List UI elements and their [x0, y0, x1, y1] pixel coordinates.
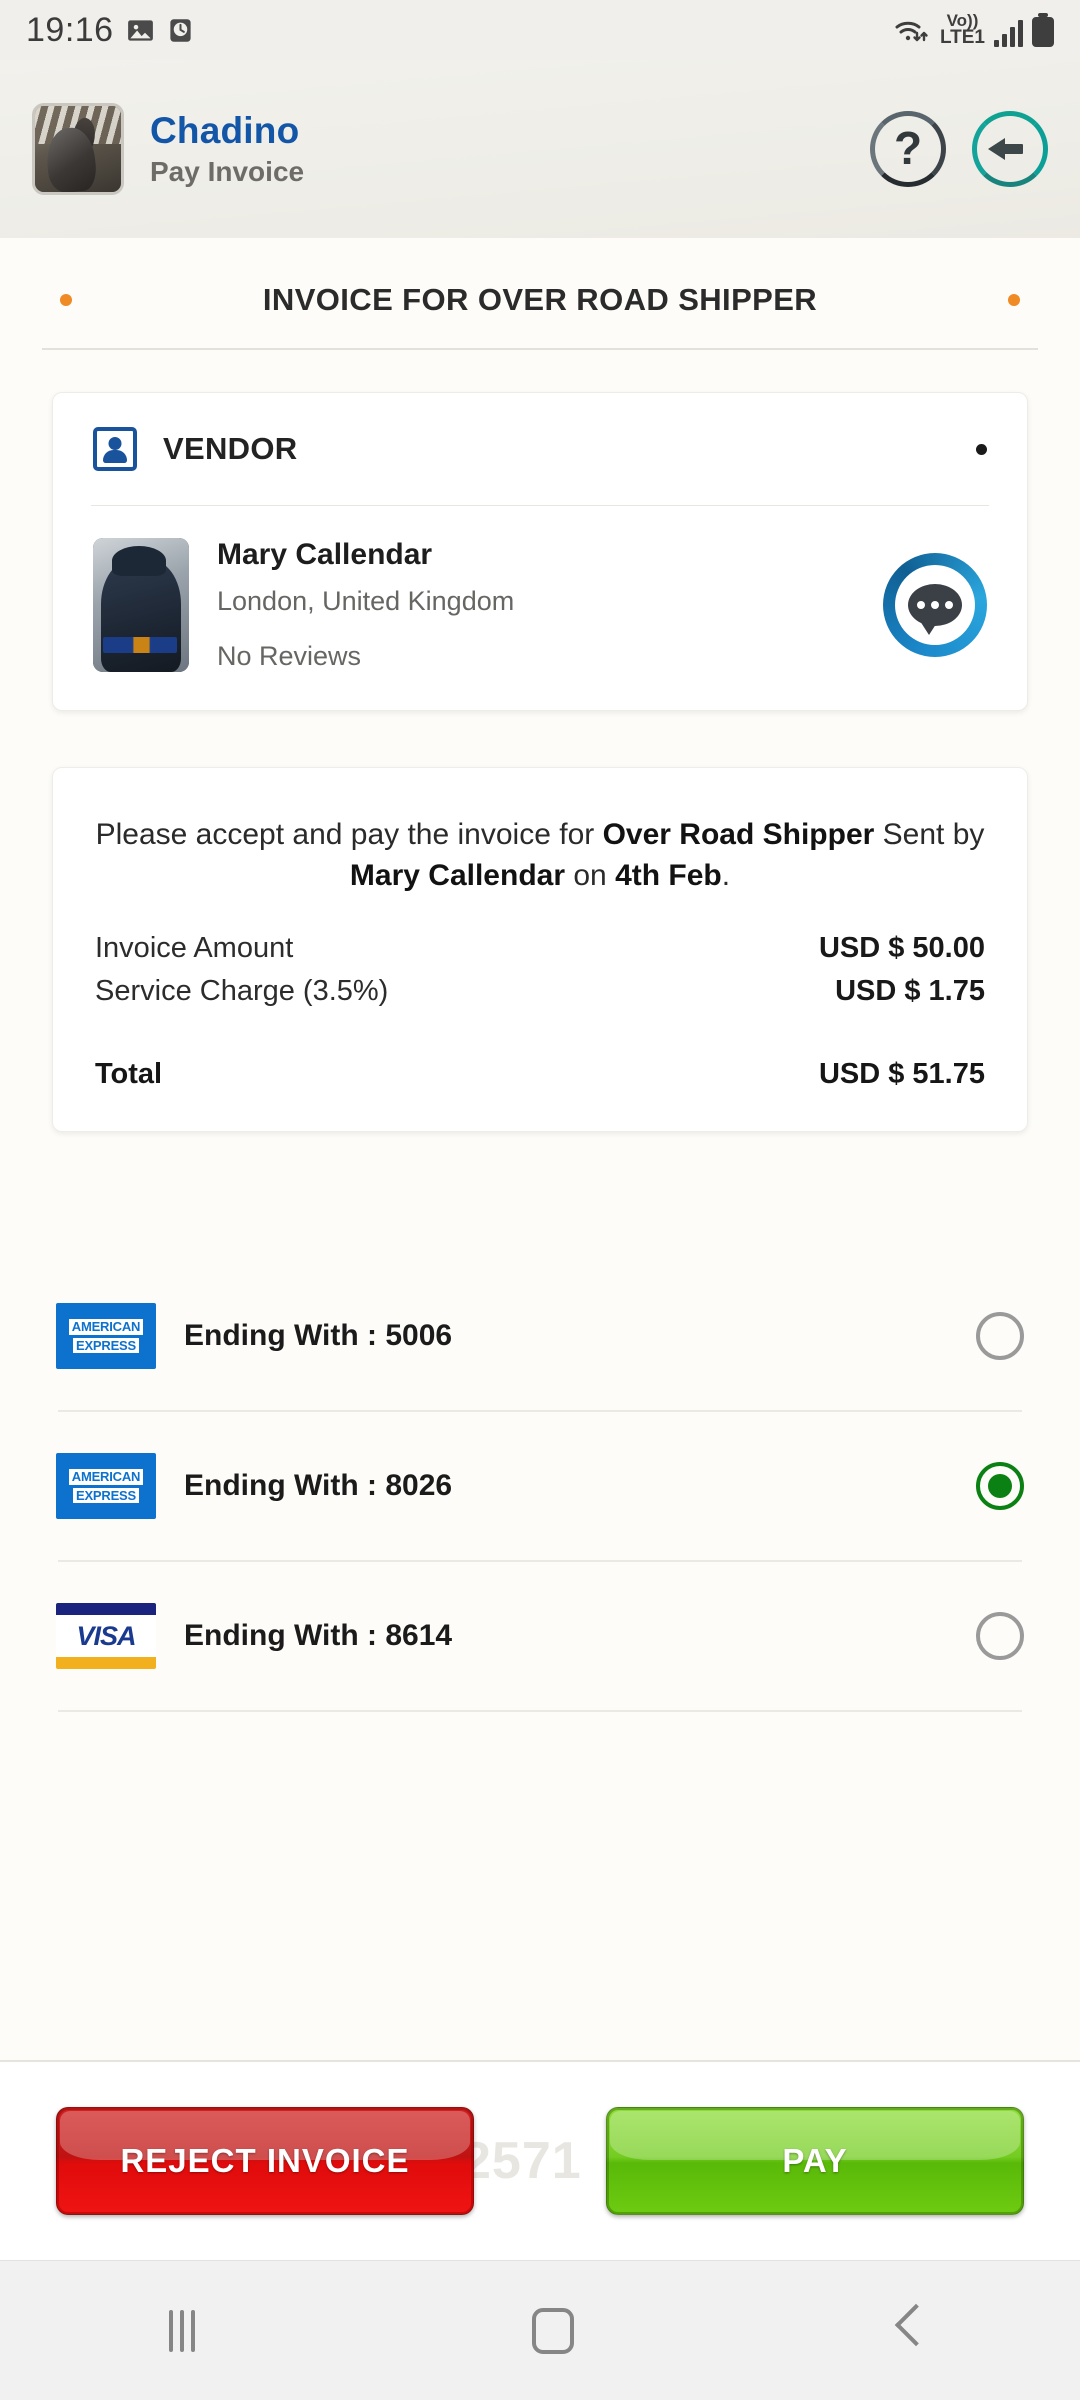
radio-unselected-icon[interactable]: [976, 1612, 1024, 1661]
radio-selected-icon[interactable]: [976, 1462, 1024, 1511]
invoice-amount-row: Invoice Amount USD $ 50.00: [95, 932, 985, 965]
volte-icon: Vo)) LTE1: [939, 12, 985, 49]
invoice-summary-card: Please accept and pay the invoice for Ov…: [52, 767, 1028, 1133]
status-bar-left: 19:16: [26, 11, 194, 50]
invoice-message: Please accept and pay the invoice for Ov…: [95, 814, 985, 896]
page-title: INVOICE FOR OVER ROAD SHIPPER: [262, 282, 818, 317]
header-titles: Chadino Pay Invoice: [150, 110, 304, 188]
menu-dot-icon[interactable]: [976, 443, 987, 455]
pay-button[interactable]: PAY: [606, 2107, 1024, 2215]
back-button[interactable]: [972, 111, 1048, 187]
payment-method-label: Ending With : 5006: [184, 1319, 453, 1353]
wifi-icon: [895, 21, 928, 42]
message-text: Sent by: [874, 818, 985, 851]
amount-label: Service Charge (3.5%): [95, 975, 389, 1008]
amex-line-2: EXPRESS: [72, 1337, 139, 1354]
pay-label: PAY: [782, 2142, 848, 2179]
image-icon: [127, 19, 153, 41]
screen-subtitle: Pay Invoice: [150, 156, 305, 187]
chat-bubble-icon: [908, 584, 962, 635]
chat-button[interactable]: [883, 553, 987, 657]
message-text: Please accept and pay the invoice for: [95, 818, 603, 851]
message-text: .: [721, 859, 731, 893]
reject-invoice-button[interactable]: REJECT INVOICE: [56, 2107, 474, 2215]
vendor-card: VENDOR Mary Callendar London, United Kin…: [52, 392, 1028, 711]
vendor-details-row[interactable]: Mary Callendar London, United Kingdom No…: [53, 506, 1027, 710]
background-watermark: 2571: [462, 2132, 582, 2190]
bullet-dot-right-icon: [1008, 294, 1020, 306]
status-bar-clock: 19:16: [26, 10, 114, 49]
invoice-total-row: Total USD $ 51.75: [95, 1058, 985, 1091]
bullet-dot-left-icon: [60, 294, 72, 306]
message-emphasis: Mary Callendar: [349, 859, 566, 893]
payment-method-label: Ending With : 8026: [184, 1469, 453, 1503]
question-mark-icon: ?: [893, 121, 923, 174]
app-header: Chadino Pay Invoice ?: [0, 60, 1080, 238]
android-nav-bar: [0, 2260, 1080, 2400]
amount-value: USD $ 50.00: [818, 932, 985, 965]
header-actions: ?: [870, 111, 1048, 187]
amount-value: USD $ 1.75: [835, 975, 985, 1008]
home-icon[interactable]: [531, 2307, 574, 2354]
listing-thumbnail[interactable]: [32, 103, 124, 195]
payment-method-divider: [58, 1710, 1022, 1713]
payment-method-row[interactable]: AMERICAN EXPRESS Ending With : 8026: [0, 1412, 1080, 1560]
message-emphasis: Over Road Shipper: [602, 818, 875, 851]
invoice-amount-rows: Invoice Amount USD $ 50.00 Service Charge …: [95, 932, 985, 1008]
vendor-card-header: VENDOR: [53, 393, 1027, 505]
amex-line-1: AMERICAN: [68, 1469, 144, 1485]
payment-method-row[interactable]: VISA Ending With : 8614: [0, 1562, 1080, 1710]
status-bar-right: Vo)) LTE1: [893, 12, 1054, 49]
page-title-row: INVOICE FOR OVER ROAD SHIPPER: [0, 238, 1080, 318]
contact-card-icon: [93, 427, 137, 471]
vendor-text-block: Mary Callendar London, United Kingdom No…: [217, 538, 514, 672]
amex-line-1: AMERICAN: [68, 1319, 144, 1335]
message-emphasis: 4th Feb: [615, 859, 722, 893]
amex-logo-icon: AMERICAN EXPRESS: [56, 1303, 156, 1370]
payment-methods-list[interactable]: AMERICAN EXPRESS Ending With : 5006 AMERICA…: [0, 1262, 1080, 1713]
amex-logo-icon: AMERICAN EXPRESS: [56, 1453, 156, 1520]
visa-logo-icon: VISA: [56, 1603, 156, 1670]
message-text: on: [565, 859, 616, 893]
recents-icon[interactable]: [168, 2309, 195, 2352]
title-divider: [42, 348, 1038, 350]
volte-line-2: LTE1: [939, 27, 985, 49]
battery-icon: [1032, 17, 1054, 48]
amex-line-2: EXPRESS: [72, 1487, 139, 1504]
total-value: USD $ 51.75: [818, 1058, 985, 1091]
avatar[interactable]: [93, 538, 189, 672]
help-button[interactable]: ?: [870, 111, 946, 187]
status-bar: 19:16 Vo)) LTE1: [0, 0, 1080, 60]
payment-method-row[interactable]: AMERICAN EXPRESS Ending With : 5006: [0, 1262, 1080, 1410]
vendor-name: Mary Callendar: [217, 538, 433, 571]
total-label: Total: [95, 1058, 163, 1091]
radio-unselected-icon[interactable]: [976, 1312, 1024, 1361]
vendor-reviews: No Reviews: [217, 641, 362, 671]
signal-icon: [994, 19, 1023, 48]
scroll-content[interactable]: INVOICE FOR OVER ROAD SHIPPER VENDOR Mar…: [0, 238, 1080, 2204]
clock-icon: [169, 18, 191, 42]
vendor-section-label: VENDOR: [163, 431, 298, 466]
invoice-amount-row: Service Charge (3.5%) USD $ 1.75: [95, 975, 985, 1008]
visa-wordmark: VISA: [76, 1620, 136, 1651]
payment-method-label: Ending With : 8614: [184, 1619, 453, 1653]
amount-label: Invoice Amount: [95, 932, 294, 965]
action-bar: 2571 REJECT INVOICE PAY: [0, 2060, 1080, 2260]
vendor-location: London, United Kingdom: [217, 586, 515, 616]
app-title: Chadino: [150, 110, 300, 151]
reject-invoice-label: REJECT INVOICE: [120, 2142, 410, 2179]
